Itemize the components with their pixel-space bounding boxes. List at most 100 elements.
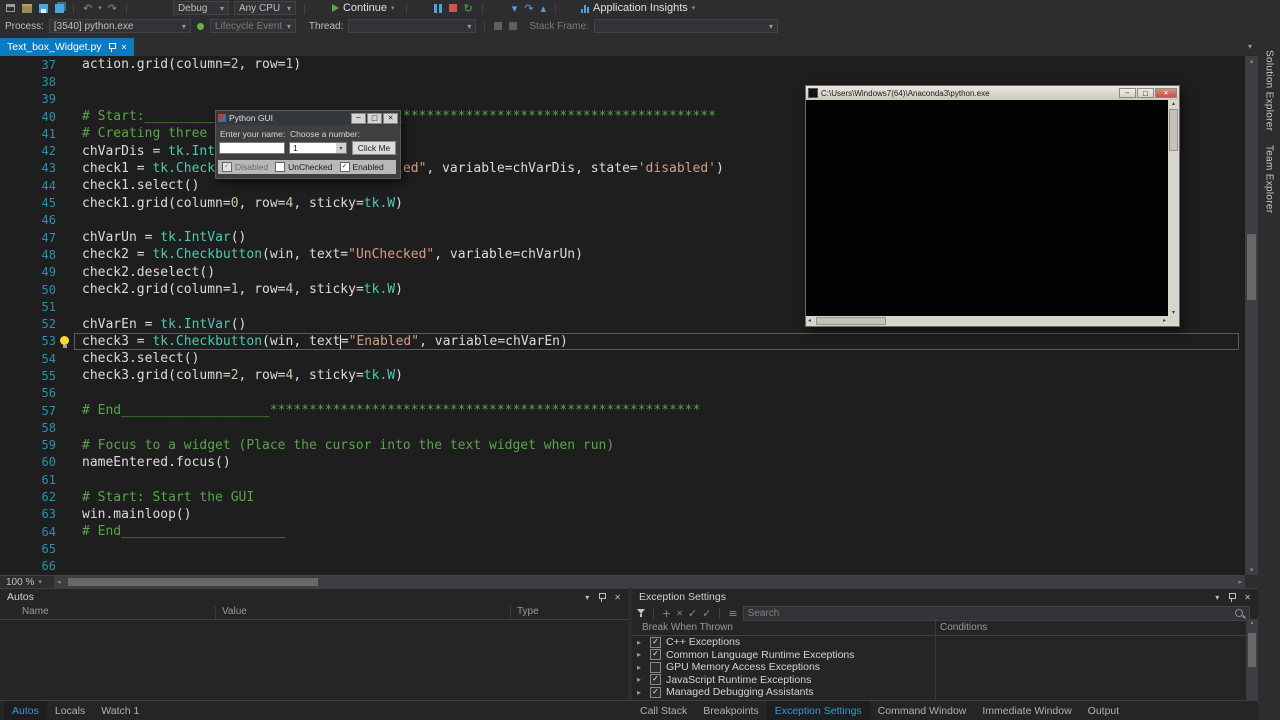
exception-checkbox[interactable]: ✓: [650, 649, 661, 661]
tab-breakpoints[interactable]: Breakpoints: [695, 701, 766, 720]
scroll-up-icon[interactable]: ▴: [1168, 100, 1179, 107]
tab-command-window[interactable]: Command Window: [870, 701, 975, 720]
undo-dropdown-icon[interactable]: ▾: [98, 4, 102, 12]
pin-icon[interactable]: [1228, 592, 1237, 602]
code-line[interactable]: 66: [0, 558, 1245, 575]
stop-debugging-button[interactable]: [448, 1, 458, 15]
code-line[interactable]: 64 # End_____________________: [0, 523, 1245, 540]
scroll-up-icon[interactable]: ▴: [1246, 619, 1258, 626]
console-horizontal-scrollbar[interactable]: ◂ ▸: [806, 316, 1168, 326]
editor-horizontal-scrollbar[interactable]: ◂ ▸: [54, 576, 1245, 588]
scroll-down-icon[interactable]: ▾: [1245, 566, 1258, 574]
scroll-up-icon[interactable]: ▴: [1245, 57, 1258, 65]
side-tab-team-explorer[interactable]: Team Explorer: [1264, 145, 1275, 213]
step-out-button[interactable]: ▴: [539, 1, 547, 15]
dialog-checkbox-disabled[interactable]: ✓ Disabled: [222, 162, 268, 172]
console-output[interactable]: [806, 100, 1168, 316]
close-button[interactable]: ✕: [383, 112, 398, 124]
expander-icon[interactable]: ▸: [637, 663, 645, 672]
exception-checkbox[interactable]: ✓: [650, 674, 661, 686]
uncheck-all-icon[interactable]: ✓: [702, 607, 711, 620]
code-line[interactable]: 65: [0, 540, 1245, 557]
tab-text-box-widget-py[interactable]: Text_box_Widget.py ✕: [0, 38, 135, 56]
pin-icon[interactable]: [598, 592, 607, 602]
exception-checkbox[interactable]: [650, 661, 661, 673]
filter-icon[interactable]: [637, 609, 645, 617]
expander-icon[interactable]: ▸: [637, 638, 645, 647]
dialog-checkbox-enabled[interactable]: ✓ Enabled: [339, 162, 384, 172]
window-layout-icon[interactable]: [5, 1, 16, 15]
maximize-button[interactable]: □: [1137, 88, 1154, 98]
scrollbar-thumb[interactable]: [816, 317, 886, 325]
tab-watch-1[interactable]: Watch 1: [93, 701, 147, 720]
application-insights-button[interactable]: Application Insights ▾: [578, 1, 698, 15]
autos-panel-header[interactable]: Autos ▾ ✕: [0, 589, 628, 605]
check-all-icon[interactable]: ✓: [688, 607, 697, 620]
minimize-button[interactable]: ─: [1119, 88, 1136, 98]
redo-button[interactable]: ↷: [107, 1, 118, 15]
settings-menu-icon[interactable]: ≡: [728, 607, 737, 620]
name-input[interactable]: [219, 142, 285, 154]
column-conditions[interactable]: Conditions: [940, 622, 987, 633]
stack-frame-dropdown[interactable]: ▾: [593, 19, 778, 33]
exception-row[interactable]: ▸ ✓ Managed Debugging Assistants: [632, 686, 1258, 699]
show-threads-button[interactable]: [493, 19, 503, 33]
scrollbar-thumb[interactable]: [1248, 633, 1256, 667]
close-icon[interactable]: ✕: [121, 43, 128, 52]
open-file-button[interactable]: [21, 1, 33, 15]
code-line[interactable]: 57 # End___________________**************…: [0, 402, 1245, 419]
window-position-icon[interactable]: ▾: [585, 593, 589, 602]
restart-button[interactable]: ↻: [463, 1, 474, 15]
console-title-bar[interactable]: C:\Users\Windows7(64)\Anaconda3\python.e…: [806, 86, 1179, 101]
column-separator[interactable]: [215, 606, 216, 619]
code-line[interactable]: 58: [0, 419, 1245, 436]
code-line[interactable]: 37 action.grid(column=2, row=1): [0, 56, 1245, 73]
code-line[interactable]: 59 # Focus to a widget (Place the cursor …: [0, 437, 1245, 454]
exception-checkbox[interactable]: ✓: [650, 636, 661, 648]
process-dropdown[interactable]: [3540] python.exe ▾: [48, 19, 191, 33]
code-line[interactable]: 62 # Start: Start the GUI: [0, 488, 1245, 505]
close-button[interactable]: ✕: [1155, 88, 1177, 98]
scroll-left-icon[interactable]: ◂: [57, 578, 61, 586]
tab-call-stack[interactable]: Call Stack: [632, 701, 695, 720]
code-line[interactable]: 61: [0, 471, 1245, 488]
tab-autos[interactable]: Autos: [4, 701, 47, 720]
scroll-left-icon[interactable]: ◂: [808, 317, 811, 324]
tab-output[interactable]: Output: [1080, 701, 1128, 720]
exception-settings-header[interactable]: Exception Settings ▾ ✕: [632, 589, 1258, 605]
column-value[interactable]: Value: [222, 606, 247, 617]
code-line[interactable]: 60 nameEntered.focus(): [0, 454, 1245, 471]
add-exception-icon[interactable]: +: [662, 607, 671, 620]
editor-vertical-scrollbar[interactable]: ▴ ▾: [1245, 56, 1258, 575]
column-break-when-thrown[interactable]: Break When Thrown: [642, 622, 733, 633]
console-vertical-scrollbar[interactable]: ▴ ▾: [1168, 100, 1179, 316]
delete-exception-icon[interactable]: ✕: [676, 609, 683, 618]
number-combobox[interactable]: 1 ▾: [289, 142, 347, 154]
lifecycle-events-dropdown[interactable]: Lifecycle Events ▾: [209, 19, 296, 33]
expander-icon[interactable]: ▸: [637, 688, 645, 697]
pin-icon[interactable]: [108, 42, 116, 52]
tab-immediate-window[interactable]: Immediate Window: [974, 701, 1079, 720]
scrollbar-thumb[interactable]: [1247, 234, 1256, 300]
expander-icon[interactable]: ▸: [637, 675, 645, 684]
code-line[interactable]: 55 check3.grid(column=2, row=4, sticky=tk…: [0, 367, 1245, 384]
click-me-button[interactable]: Click Me: [352, 141, 396, 155]
save-all-button[interactable]: [54, 1, 65, 15]
step-over-button[interactable]: ↷: [523, 1, 534, 15]
step-into-button[interactable]: ▾: [511, 1, 519, 15]
break-all-button[interactable]: [433, 1, 443, 15]
autos-grid-body[interactable]: [0, 620, 628, 686]
code-line[interactable]: 53 check3 = tk.Checkbutton(win, text="Ena…: [0, 332, 1245, 351]
exception-scrollbar[interactable]: ▴: [1246, 619, 1258, 700]
scroll-down-icon[interactable]: ▾: [1168, 309, 1179, 316]
undo-button[interactable]: ↶: [82, 1, 93, 15]
platform-dropdown[interactable]: Any CPU ▾: [233, 1, 296, 15]
scroll-right-icon[interactable]: ▸: [1238, 578, 1242, 586]
exception-row[interactable]: ▸ GPU Memory Access Exceptions: [632, 661, 1258, 674]
code-line[interactable]: 54 check3.select(): [0, 350, 1245, 367]
tab-locals[interactable]: Locals: [47, 701, 93, 720]
scroll-right-icon[interactable]: ▸: [1163, 317, 1166, 324]
exception-row[interactable]: ▸ ✓ C++ Exceptions: [632, 636, 1258, 649]
maximize-button[interactable]: □: [367, 112, 382, 124]
zoom-control[interactable]: 100 % ▾: [0, 577, 54, 588]
